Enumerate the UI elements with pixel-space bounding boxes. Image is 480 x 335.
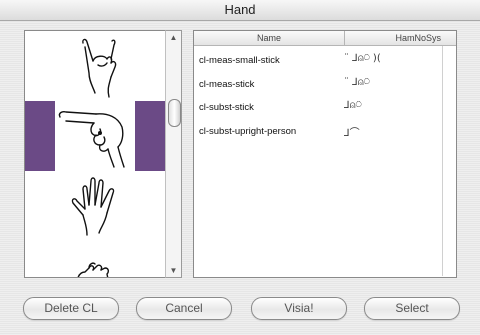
table-row[interactable]: cl-meas-small-stick ¨ ⅃⍝⍥ )( <box>194 51 442 71</box>
row-name: cl-subst-stick <box>199 102 254 113</box>
scroll-thumb[interactable] <box>168 99 181 127</box>
visia-button[interactable]: Visia! <box>251 297 347 320</box>
hand-shape-item-4[interactable] <box>25 241 165 277</box>
hand-shape-list[interactable] <box>24 30 166 278</box>
delete-cl-button[interactable]: Delete CL <box>23 297 119 320</box>
hand-shape-item-2-selected[interactable] <box>25 101 165 172</box>
column-header-name[interactable]: Name <box>194 31 345 45</box>
table-row[interactable]: cl-subst-upright-person ⅃⌒ <box>194 122 442 142</box>
table-header: Name HamNoSys <box>194 31 456 46</box>
hand-shape-item-3[interactable] <box>25 171 165 242</box>
column-header-hamnosys[interactable]: HamNoSys <box>345 31 445 45</box>
open-spread-hand-icon <box>71 177 115 236</box>
scroll-up-arrow-icon[interactable]: ▲ <box>166 31 181 44</box>
scroll-down-arrow-icon[interactable]: ▼ <box>166 264 181 277</box>
row-name: cl-meas-small-stick <box>199 55 280 66</box>
classifier-table: Name HamNoSys cl-meas-small-stick ¨ ⅃⍝⍥ … <box>193 30 457 278</box>
row-name: cl-subst-upright-person <box>199 126 297 137</box>
table-scrollbar[interactable] <box>442 46 456 276</box>
hand-list-scrollbar[interactable]: ▲ ▼ <box>165 30 182 278</box>
bent-hand-icon <box>77 262 109 277</box>
row-hamnosys: ⅃⌒ <box>344 128 360 139</box>
row-hamnosys: ⅃⍝⍥ <box>344 100 362 111</box>
table-row[interactable]: cl-meas-stick ¨ ⅃⍝⍥ <box>194 75 442 95</box>
hand-shape-item-1[interactable] <box>25 31 165 102</box>
table-row[interactable]: cl-subst-stick ⅃⍝⍥ <box>194 98 442 118</box>
row-hamnosys: ¨ ⅃⍝⍥ <box>344 77 370 88</box>
window-title: Hand <box>0 0 480 21</box>
index-pointing-hand-icon <box>58 111 125 168</box>
cancel-button[interactable]: Cancel <box>136 297 232 320</box>
row-name: cl-meas-stick <box>199 79 255 90</box>
select-button[interactable]: Select <box>364 297 460 320</box>
row-hamnosys: ¨ ⅃⍝⍥ )( <box>344 53 381 64</box>
pinky-extended-hand-icon <box>82 38 117 98</box>
